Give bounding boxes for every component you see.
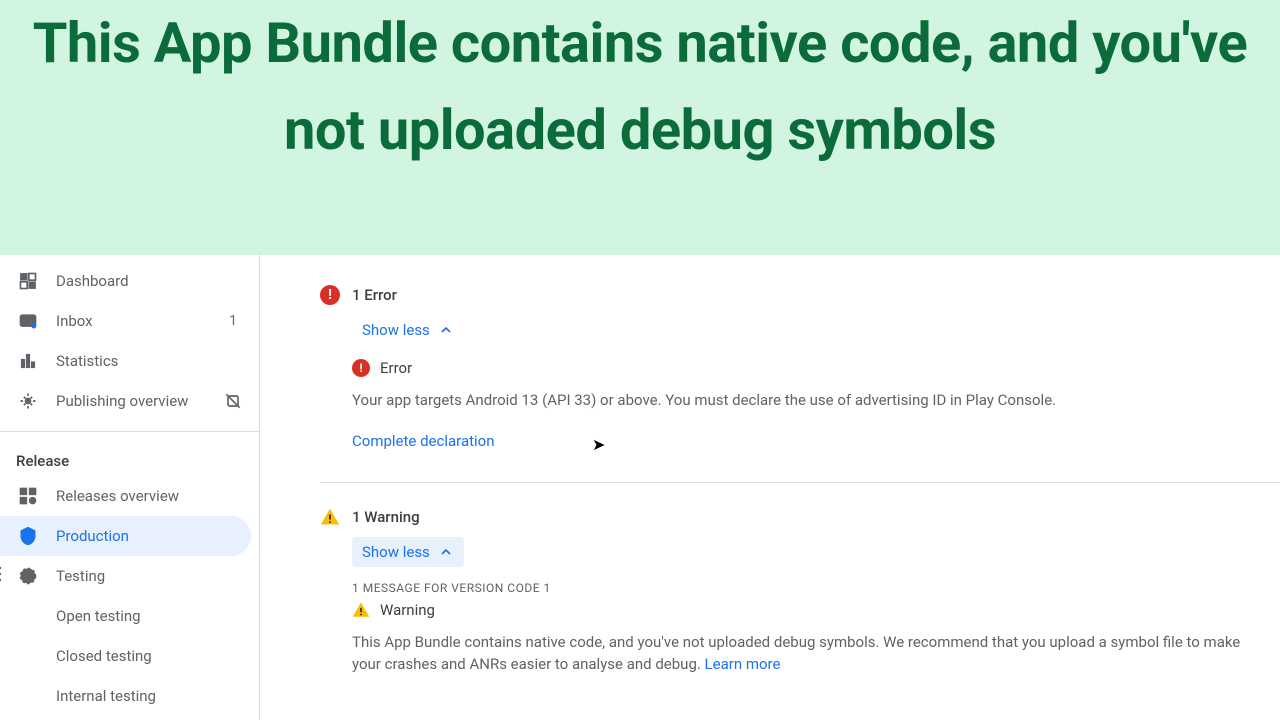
publishing-icon [16,389,40,413]
learn-more-link[interactable]: Learn more [705,655,781,673]
title-banner: This App Bundle contains native code, an… [0,0,1280,255]
sidebar-item-testing[interactable]: Testing [0,556,259,596]
error-icon: ! [352,359,370,377]
divider [0,431,259,432]
warning-item-label: Warning [380,601,435,619]
sidebar-item-open-testing[interactable]: Open testing [0,596,259,636]
sidebar-item-internal-testing[interactable]: Internal testing [0,676,259,716]
releases-overview-icon [16,484,40,508]
section-title-release: Release [0,442,259,476]
chevron-up-icon [438,322,454,338]
sidebar-item-label: Open testing [56,607,243,625]
sidebar: Dashboard Inbox 1 Statistics Publishing … [0,255,260,720]
error-message: Your app targets Android 13 (API 33) or … [352,389,1280,412]
chevron-up-icon [438,544,454,560]
main-content: ! 1 Error Show less ! Error Your app tar… [260,255,1280,720]
sidebar-item-statistics[interactable]: Statistics [0,341,259,381]
sidebar-item-production[interactable]: Production [0,516,251,556]
warning-block: 1 Warning Show less 1 MESSAGE FOR VERSIO… [260,507,1280,720]
sidebar-item-label: Releases overview [56,487,243,505]
warning-icon [352,601,370,619]
statistics-icon [16,349,40,373]
error-toggle-showless[interactable]: Show less [352,315,464,345]
inbox-badge: 1 [229,313,237,329]
sidebar-item-label: Internal testing [56,687,243,705]
warning-toggle-showless[interactable]: Show less [352,537,464,567]
sidebar-item-label: Testing [56,567,243,585]
version-caption: 1 MESSAGE FOR VERSION CODE 1 [352,581,1280,595]
production-icon [16,524,40,548]
unmanaged-icon [223,391,243,411]
warning-count: 1 Warning [352,508,420,526]
sidebar-item-label: Statistics [56,352,243,370]
warning-message: This App Bundle contains native code, an… [352,631,1280,676]
sidebar-item-label: Closed testing [56,647,243,665]
toggle-label: Show less [362,543,430,561]
sidebar-item-closed-testing[interactable]: Closed testing [0,636,259,676]
sidebar-item-label: Production [56,527,235,545]
complete-declaration-link[interactable]: Complete declaration [352,432,1280,450]
inbox-icon [16,309,40,333]
sidebar-item-releases-overview[interactable]: Releases overview [0,476,259,516]
error-item-label: Error [380,359,412,377]
sidebar-item-dashboard[interactable]: Dashboard [0,261,259,301]
divider [320,482,1280,483]
sidebar-item-inbox[interactable]: Inbox 1 [0,301,259,341]
dashboard-icon [16,269,40,293]
error-count: 1 Error [352,286,397,304]
banner-title: This App Bundle contains native code, an… [0,0,1280,174]
error-block: ! 1 Error Show less ! Error Your app tar… [260,285,1280,474]
sidebar-item-publishing-overview[interactable]: Publishing overview [0,381,259,421]
sidebar-item-label: Inbox [56,312,229,330]
expand-caret-icon [0,564,6,588]
error-icon: ! [320,285,340,305]
sidebar-item-label: Publishing overview [56,392,223,410]
warning-icon [320,507,340,527]
sidebar-item-label: Dashboard [56,272,243,290]
toggle-label: Show less [362,321,430,339]
testing-icon [16,564,40,588]
